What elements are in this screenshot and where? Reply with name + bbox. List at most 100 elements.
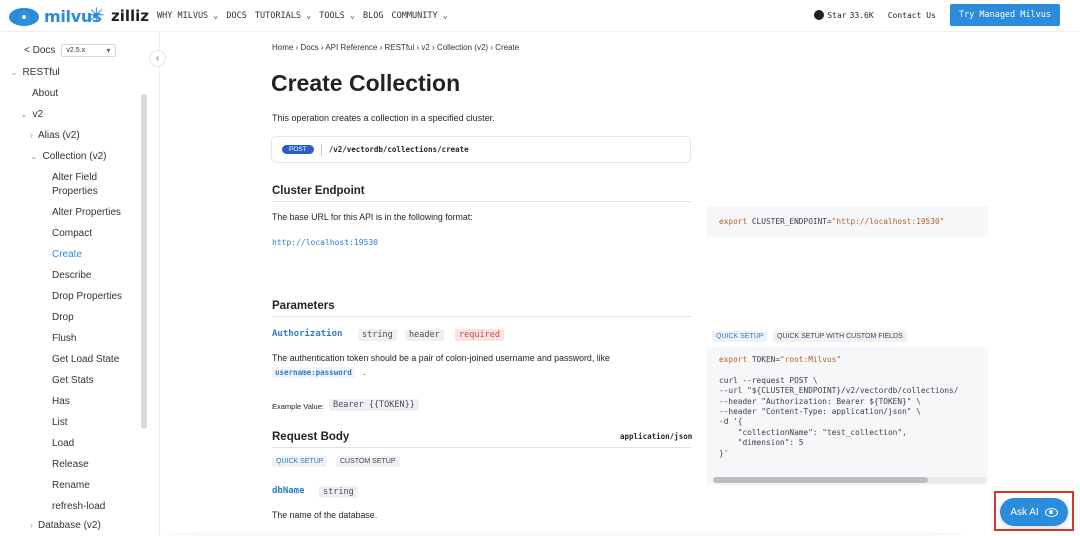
tab-right-quick-setup[interactable]: QUICK SETUP xyxy=(712,331,768,342)
sidebar-item-compact[interactable]: Compact xyxy=(52,228,92,239)
sidebar-item-refresh-load[interactable]: refresh-load xyxy=(52,501,105,512)
code-horizontal-scrollbar[interactable] xyxy=(713,477,987,483)
zilliz-logo[interactable]: ✳ zilliz xyxy=(88,6,149,26)
cluster-endpoint-text: The base URL for this API is in the foll… xyxy=(272,212,473,222)
zilliz-wordmark: zilliz xyxy=(111,7,150,25)
param-authorization-desc: The authentication token should be a pai… xyxy=(272,353,610,363)
back-to-docs-link[interactable]: < Docs xyxy=(24,45,55,56)
nav-tutorials[interactable]: TUTORIALS ⌄ xyxy=(255,11,311,21)
code-variable: CLUSTER_ENDPOINT= xyxy=(747,217,832,226)
nav-tools[interactable]: TOOLS ⌄ xyxy=(319,11,355,21)
sidebar-header: < Docs v2.5.x xyxy=(24,44,117,57)
sidebar-item-drop-properties[interactable]: Drop Properties xyxy=(52,291,122,302)
zilliz-star-icon: ✳ xyxy=(88,5,105,27)
nav-blog[interactable]: BLOG xyxy=(363,11,383,21)
try-managed-milvus-button[interactable]: Try Managed Milvus xyxy=(949,4,1060,26)
sidebar-item-about[interactable]: About xyxy=(32,88,58,99)
sidebar-item-get-load-state[interactable]: Get Load State xyxy=(52,354,119,365)
code-line: "dimension": 5 xyxy=(719,438,804,448)
ask-ai-label: Ask AI xyxy=(1010,506,1039,518)
example-value-label: Example Value: xyxy=(272,402,324,411)
nav-right: Star 33.6K Contact Us Try Managed Milvus xyxy=(814,4,1060,26)
sidebar-item-drop[interactable]: Drop xyxy=(52,312,74,323)
sidebar-item-describe[interactable]: Describe xyxy=(52,270,91,281)
sidebar-item-alias[interactable]: › Alias (v2) xyxy=(30,130,80,141)
sidebar-item-database[interactable]: › Database (v2) xyxy=(30,520,101,531)
http-method-badge: POST xyxy=(282,145,314,154)
bottom-shadow xyxy=(165,530,965,536)
page-title: Create Collection xyxy=(271,70,461,96)
github-star-count: 33.6K xyxy=(849,10,874,20)
code-line: --header "Authorization: Bearer ${TOKEN}… xyxy=(719,396,921,406)
page-description: This operation creates a collection in a… xyxy=(272,113,495,123)
endpoint-path: /v2/vectordb/collections/create xyxy=(328,145,469,154)
param-authorization: Authorization xyxy=(272,329,343,339)
code-keyword: export xyxy=(719,355,748,364)
sidebar: < Docs v2.5.x ⌄RESTful About ⌄v2 ›Alias … xyxy=(0,32,160,536)
tab-quick-setup[interactable]: QUICK SETUP xyxy=(272,456,328,467)
code-line: --header "Content-Type: application/json… xyxy=(719,407,921,417)
github-star-label: Star xyxy=(827,10,847,20)
chevron-down-icon: ⌄ xyxy=(20,109,28,119)
request-body-content-type: application/json xyxy=(620,432,693,441)
sidebar-item-alter-field-properties[interactable]: Properties xyxy=(52,186,98,197)
param-dbname: dbName xyxy=(272,486,305,496)
top-navigation: milvus ✳ zilliz WHY MILVUS ⌄ DOCS TUTORI… xyxy=(0,0,1080,32)
chevron-right-icon: › xyxy=(30,130,33,140)
param-authorization-example-code: username:password xyxy=(272,367,355,378)
divider xyxy=(272,316,692,317)
cluster-endpoint-heading: Cluster Endpoint xyxy=(272,185,365,197)
milvus-eye-icon xyxy=(9,7,39,26)
code-string: "root:Milvus" xyxy=(780,355,842,364)
param-dbname-desc: The name of the database. xyxy=(272,510,378,520)
request-body-heading: Request Body xyxy=(272,431,350,443)
sidebar-item-create[interactable]: Create xyxy=(52,249,82,260)
github-icon xyxy=(814,10,825,20)
sidebar-item-alter-field[interactable]: Alter Field xyxy=(52,172,97,183)
code-line: --url "${CLUSTER_ENDPOINT}/v2/vectordb/c… xyxy=(719,386,959,396)
chevron-down-icon: ⌄ xyxy=(30,151,38,161)
sidebar-item-load[interactable]: Load xyxy=(52,438,74,449)
tab-right-quick-setup-custom-fields[interactable]: QUICK SETUP WITH CUSTOM FIELDS xyxy=(773,331,907,342)
nav-community[interactable]: COMMUNITY ⌄ xyxy=(392,11,448,21)
divider xyxy=(272,447,692,448)
breadcrumb[interactable]: Home › Docs › API Reference › RESTful › … xyxy=(272,43,519,52)
sidebar-item-rename[interactable]: Rename xyxy=(52,480,90,491)
nav-docs[interactable]: DOCS xyxy=(226,11,246,21)
sidebar-item-list[interactable]: List xyxy=(52,417,68,428)
contact-us-link[interactable]: Contact Us xyxy=(888,11,936,20)
ask-ai-button[interactable]: Ask AI xyxy=(1000,498,1068,526)
code-line: curl --request POST \ xyxy=(719,375,818,385)
sidebar-item-restful[interactable]: ⌄ RESTful xyxy=(10,67,60,78)
version-select[interactable]: v2.5.x xyxy=(61,44,117,57)
eye-icon xyxy=(1044,507,1058,517)
sidebar-item-release[interactable]: Release xyxy=(52,459,89,470)
param-dbname-type: string xyxy=(319,486,358,498)
request-example-code-block: export TOKEN="root:Milvus" curl --reques… xyxy=(706,347,988,485)
scrollbar-thumb[interactable] xyxy=(713,477,928,483)
code-line: }' xyxy=(719,448,729,458)
nav-links: WHY MILVUS ⌄ DOCS TUTORIALS ⌄ TOOLS ⌄ BL… xyxy=(157,11,456,21)
sidebar-item-get-stats[interactable]: Get Stats xyxy=(52,375,94,386)
chevron-right-icon: › xyxy=(30,520,33,530)
chevron-left-icon: ‹ xyxy=(155,53,160,64)
sidebar-item-has[interactable]: Has xyxy=(52,396,70,407)
tab-custom-setup[interactable]: CUSTOM SETUP xyxy=(336,456,400,467)
code-line: "collectionName": "test_collection", xyxy=(719,427,907,437)
chevron-down-icon: ⌄ xyxy=(10,67,18,77)
collapse-sidebar-button[interactable]: ‹ xyxy=(149,50,166,67)
code-keyword: export xyxy=(719,217,748,226)
cluster-endpoint-url: http://localhost:19530 xyxy=(272,238,378,247)
sidebar-item-flush[interactable]: Flush xyxy=(52,333,76,344)
endpoint-box: POST /v2/vectordb/collections/create xyxy=(271,136,691,163)
sidebar-item-alter-properties[interactable]: Alter Properties xyxy=(52,207,121,218)
sidebar-scrollbar[interactable] xyxy=(141,94,147,429)
code-variable: TOKEN= xyxy=(747,355,781,364)
sidebar-item-collection[interactable]: ⌄ Collection (v2) xyxy=(30,151,106,162)
sidebar-item-v2[interactable]: ⌄ v2 xyxy=(20,109,43,120)
github-star-link[interactable]: Star 33.6K xyxy=(814,10,874,20)
param-type-tag: string xyxy=(358,329,397,341)
divider xyxy=(320,143,322,156)
divider xyxy=(272,201,692,202)
nav-why-milvus[interactable]: WHY MILVUS ⌄ xyxy=(157,11,218,21)
